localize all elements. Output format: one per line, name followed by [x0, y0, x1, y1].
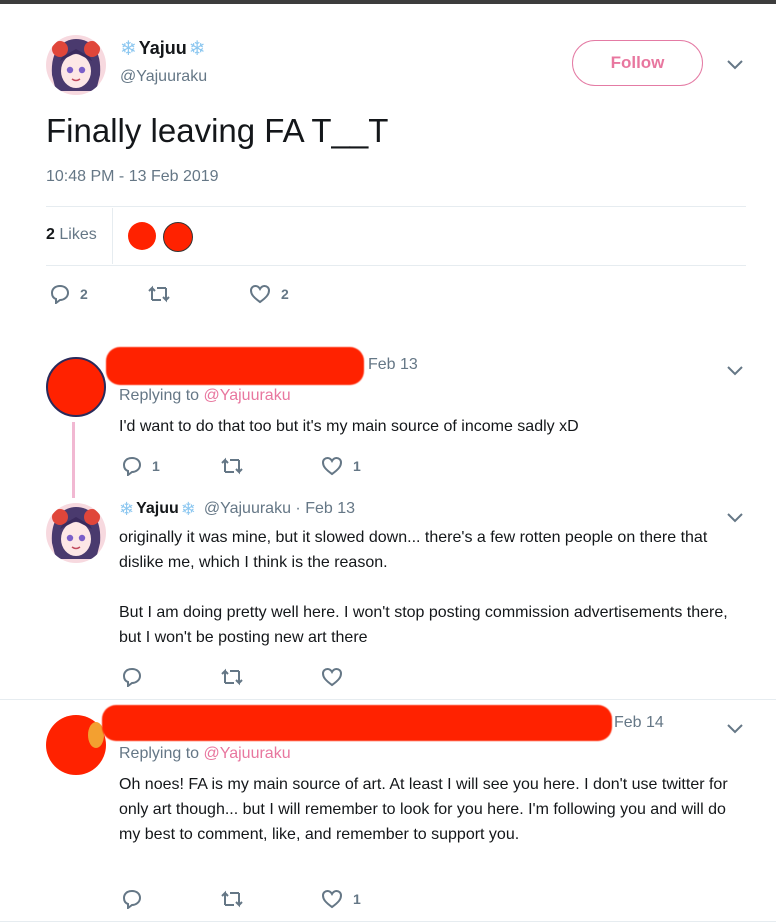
reply-action[interactable]: 2: [50, 284, 88, 304]
author-display-name: Yajuu: [136, 500, 179, 517]
section-gap: [0, 332, 776, 333]
tweet-text: Finally leaving FA T__T: [46, 112, 389, 149]
reply-handle-date[interactable]: @Yajuuraku · Feb 13: [204, 500, 355, 518]
likes-summary[interactable]: 2 Likes: [46, 226, 97, 244]
redacted-name: [102, 705, 612, 741]
like-action[interactable]: 1: [321, 456, 361, 476]
like-action[interactable]: [321, 667, 343, 687]
retweet-action[interactable]: [220, 456, 244, 476]
snowflake-icon: ❄: [120, 37, 137, 60]
reply-header: ❄ Yajuu ❄ @Yajuuraku · Feb 13: [119, 500, 355, 518]
reply-text: originally it was mine, but it slowed do…: [119, 525, 747, 650]
thread-line: [72, 422, 75, 498]
tweet-timestamp[interactable]: 10:48 PM - 13 Feb 2019: [46, 168, 219, 186]
snowflake-icon: ❄: [188, 37, 206, 60]
reply-date[interactable]: Feb 13: [368, 356, 418, 374]
redacted-name: [106, 347, 364, 385]
retweet-action[interactable]: [220, 667, 244, 687]
retweet-action[interactable]: [147, 284, 171, 304]
divider: [46, 265, 746, 266]
like-count: 1: [353, 891, 361, 907]
reply-action[interactable]: 1: [122, 456, 160, 476]
reply-action[interactable]: [122, 667, 142, 687]
reply-avatar[interactable]: [46, 357, 106, 417]
liker-avatar[interactable]: [163, 222, 193, 252]
replying-prefix: Replying to: [119, 745, 200, 762]
window-top-bar: [0, 0, 776, 4]
author-name[interactable]: ❄ Yajuu ❄: [120, 38, 206, 59]
reply-paragraph: originally it was mine, but it slowed do…: [119, 529, 708, 571]
like-icon: [321, 456, 343, 476]
chevron-down-icon[interactable]: [727, 57, 743, 73]
chevron-down-icon[interactable]: [727, 721, 743, 737]
reply-count: 1: [152, 458, 160, 474]
retweet-icon: [221, 457, 243, 475]
like-icon: [321, 667, 343, 687]
reply-date[interactable]: Feb 14: [614, 714, 664, 732]
divider: [0, 921, 776, 922]
author-display-name: Yajuu: [138, 38, 187, 58]
like-icon: [249, 284, 271, 304]
like-icon: [321, 889, 343, 909]
reply-icon: [50, 284, 70, 304]
reply-icon: [122, 667, 142, 687]
like-action[interactable]: 2: [249, 284, 289, 304]
likes-label: Likes: [59, 226, 97, 243]
snowflake-icon: ❄: [180, 499, 196, 519]
reply-paragraph: But I am doing pretty well here. I won't…: [119, 604, 728, 646]
snowflake-icon: ❄: [119, 499, 135, 519]
reply-text: Oh noes! FA is my main source of art. At…: [119, 776, 728, 843]
retweet-icon: [221, 668, 243, 686]
replying-handle[interactable]: @Yajuuraku: [204, 387, 291, 404]
reply-icon: [122, 456, 142, 476]
replying-to: Replying to @Yajuuraku: [119, 745, 291, 763]
like-action[interactable]: 1: [321, 889, 361, 909]
liker-avatar[interactable]: [128, 222, 156, 250]
retweet-icon: [148, 285, 170, 303]
reply-count: 2: [80, 286, 88, 302]
reply-action[interactable]: [122, 889, 142, 909]
replying-handle[interactable]: @Yajuuraku: [204, 745, 291, 762]
author-name[interactable]: ❄ Yajuu ❄: [119, 500, 196, 518]
likes-count: 2: [46, 226, 55, 243]
divider: [112, 208, 113, 264]
author-avatar[interactable]: [46, 35, 106, 95]
like-count: 1: [353, 458, 361, 474]
retweet-icon: [221, 890, 243, 908]
divider: [0, 699, 776, 700]
replying-to: Replying to @Yajuuraku: [119, 387, 291, 405]
divider: [46, 206, 746, 207]
reply-icon: [122, 889, 142, 909]
follow-button[interactable]: Follow: [572, 40, 703, 86]
author-handle[interactable]: @Yajuuraku: [120, 68, 207, 86]
replying-prefix: Replying to: [119, 387, 200, 404]
chevron-down-icon[interactable]: [727, 510, 743, 526]
chevron-down-icon[interactable]: [727, 363, 743, 379]
retweet-action[interactable]: [220, 889, 244, 909]
author-avatar[interactable]: [46, 503, 106, 563]
like-count: 2: [281, 286, 289, 302]
reply-text: I'd want to do that too but it's my main…: [119, 418, 579, 435]
